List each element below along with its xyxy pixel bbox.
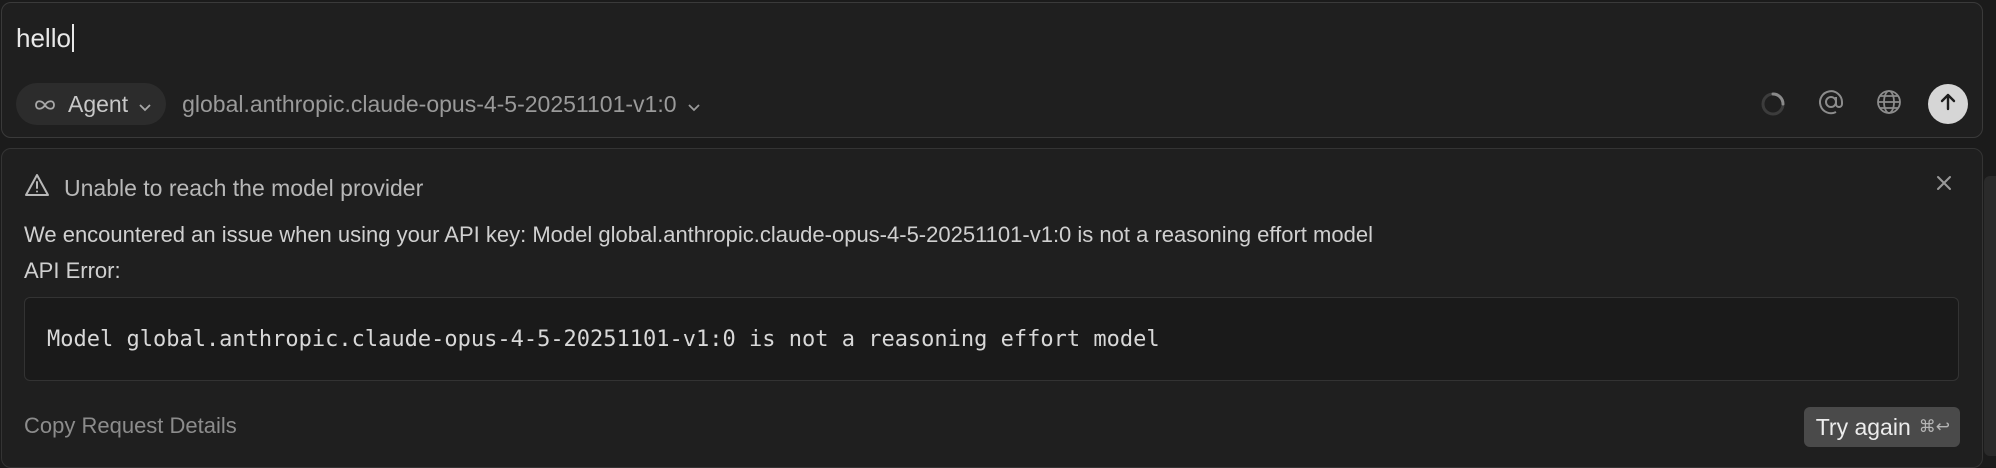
composer-toolbar: Agent global.anthropic.claude-opus-4-5-2… — [16, 83, 1968, 125]
chat-composer: hello Agent global.anthropic.claude-opus… — [1, 2, 1983, 138]
error-message: We encountered an issue when using your … — [24, 222, 1373, 247]
keyboard-shortcut-hint: ⌘↩ — [1918, 417, 1950, 437]
try-again-button[interactable]: Try again ⌘↩ — [1803, 407, 1960, 447]
agent-mode-label: Agent — [68, 90, 129, 117]
error-code-text: Model global.anthropic.claude-opus-4-5-2… — [47, 326, 1160, 352]
web-search-button[interactable] — [1870, 85, 1908, 123]
error-panel: Unable to reach the model provider We en… — [1, 148, 1983, 468]
try-again-label: Try again — [1815, 413, 1911, 440]
globe-icon — [1875, 88, 1903, 121]
at-icon — [1817, 88, 1845, 121]
api-error-label: API Error: — [24, 258, 121, 283]
text-caret — [71, 24, 74, 52]
close-icon — [1935, 174, 1953, 197]
prompt-input[interactable]: hello — [16, 23, 74, 53]
mention-button[interactable] — [1812, 85, 1850, 123]
chevron-down-icon — [138, 91, 152, 118]
warning-triangle-icon — [24, 173, 50, 203]
chevron-down-icon — [687, 91, 701, 118]
agent-mode-dropdown[interactable]: Agent — [16, 83, 167, 125]
model-dropdown[interactable]: global.anthropic.claude-opus-4-5-2025110… — [182, 91, 700, 118]
scrollbar-thumb[interactable] — [1984, 176, 1996, 456]
spinner-icon — [1754, 85, 1792, 123]
arrow-up-icon — [1937, 91, 1959, 118]
error-header: Unable to reach the model provider — [24, 173, 423, 203]
error-code-block: Model global.anthropic.claude-opus-4-5-2… — [24, 297, 1959, 381]
model-label: global.anthropic.claude-opus-4-5-2025110… — [182, 90, 677, 117]
send-button[interactable] — [1928, 84, 1968, 124]
error-title: Unable to reach the model provider — [64, 174, 424, 201]
prompt-input-text: hello — [16, 23, 71, 53]
close-error-button[interactable] — [1930, 171, 1958, 199]
infinity-icon — [32, 91, 58, 118]
toolbar-actions — [1754, 84, 1968, 124]
copy-request-details-button[interactable]: Copy Request Details — [24, 413, 237, 439]
